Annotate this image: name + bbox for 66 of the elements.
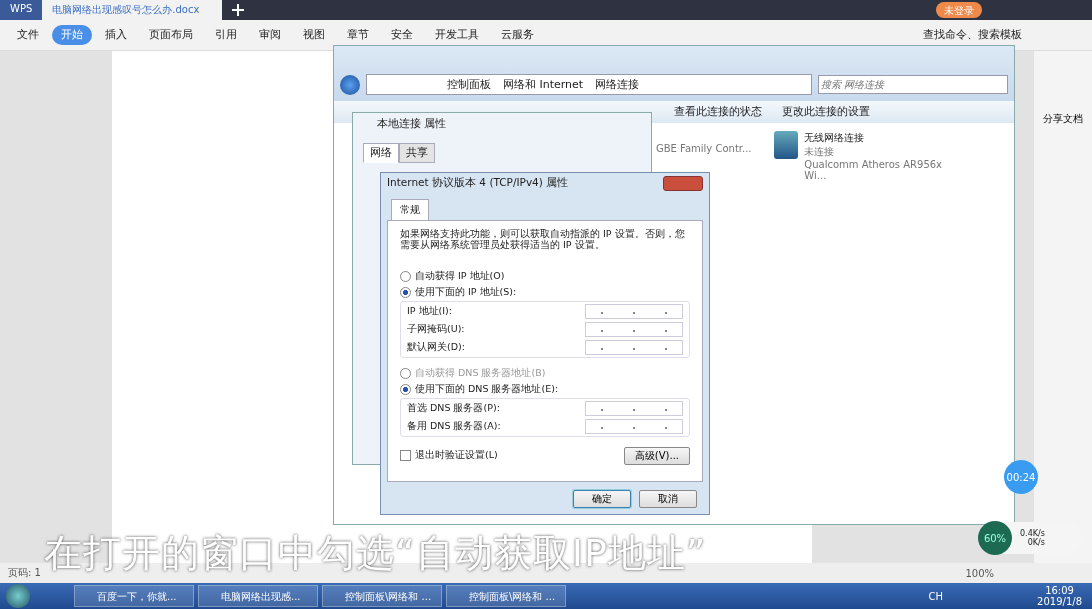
start-button[interactable] xyxy=(6,584,30,608)
menu-tab[interactable]: 开发工具 xyxy=(426,25,488,45)
search-field[interactable]: 搜索 网络连接 xyxy=(818,75,1008,94)
back-button[interactable] xyxy=(340,74,360,95)
taskbar-item[interactable]: 电脑网络出现感... xyxy=(198,585,318,607)
menu-tab[interactable]: 视图 xyxy=(294,25,334,45)
ip-address-field[interactable] xyxy=(585,303,683,319)
cancel-button[interactable]: 取消 xyxy=(639,490,697,508)
menu-tab[interactable]: 引用 xyxy=(206,25,246,45)
toolbar-button[interactable]: 查看此连接的状态 xyxy=(674,105,762,119)
checkbox[interactable] xyxy=(400,450,411,462)
taskbar-item[interactable]: 控制面板\网络和 ... xyxy=(322,585,442,607)
dialog-title: Internet 协议版本 4 (TCP/IPv4) 属性 xyxy=(387,176,569,190)
subtitle-caption: 在打开的窗口中勾选“自动获取IP地址” xyxy=(44,530,707,577)
toolbar-button[interactable]: 更改此连接的设置 xyxy=(782,105,870,119)
app-tab[interactable]: 电脑网络出现感叹号怎么办.docx xyxy=(42,0,223,20)
menu-tab[interactable]: 云服务 xyxy=(492,25,543,45)
menu-tab[interactable]: 安全 xyxy=(382,25,422,45)
radio-button[interactable] xyxy=(400,271,411,283)
menu-tab[interactable]: 审阅 xyxy=(250,25,290,45)
radio-label: 使用下面的 IP 地址(S): xyxy=(415,286,517,300)
adapter-name[interactable]: 无线网络连接 xyxy=(804,131,946,145)
intro-text: 如果网络支持此功能，则可以获取自动指派的 IP 设置。否则，您需要从网络系统管理员处获得适当的 IP 设置。 xyxy=(400,229,686,251)
adapter-status: 未连接 xyxy=(804,145,836,159)
clock-time: 16:09 xyxy=(1045,585,1074,596)
menu-tab[interactable]: 章节 xyxy=(338,25,378,45)
download-speed: 0K/s xyxy=(1027,538,1045,547)
close-button[interactable] xyxy=(663,175,703,191)
menu-tab[interactable]: 文件 xyxy=(8,25,48,45)
field-label: 子网掩码(U): xyxy=(407,322,465,336)
upload-speed: 0.4K/s xyxy=(1020,529,1045,538)
share-button[interactable]: 分享文档 xyxy=(1037,111,1089,127)
command-search[interactable]: 查找命令、搜索模板 xyxy=(923,28,1022,42)
field-label: 备用 DNS 服务器(A): xyxy=(407,419,501,433)
adapter-device: Qualcomm Atheros AR956x Wi... xyxy=(804,159,944,181)
radio-label: 自动获得 IP 地址(O) xyxy=(415,270,505,284)
dialog-tab[interactable]: 常规 xyxy=(391,199,429,220)
field-label: 默认网关(D): xyxy=(407,340,465,354)
radio-label: 自动获得 DNS 服务器地址(B) xyxy=(415,367,546,381)
app-tab[interactable]: WPS xyxy=(0,0,43,20)
network-adapter-icon xyxy=(774,131,799,159)
page-number: 页码: 1 xyxy=(8,566,41,580)
ip-address-field[interactable] xyxy=(585,418,683,434)
menu-tab[interactable]: 插入 xyxy=(96,25,136,45)
menu-tab[interactable]: 页面布局 xyxy=(140,25,202,45)
clock-date: 2019/1/8 xyxy=(1037,596,1082,607)
radio-button[interactable] xyxy=(400,287,411,299)
radio-button[interactable] xyxy=(400,384,411,396)
ip-address-field[interactable] xyxy=(585,339,683,355)
ok-button[interactable]: 确定 xyxy=(573,490,631,508)
ip-address-field[interactable] xyxy=(585,321,683,337)
field-label: IP 地址(I): xyxy=(407,304,452,318)
dialog-title: 本地连接 属性 xyxy=(376,116,448,131)
advanced-button[interactable]: 高级(V)... xyxy=(623,446,690,465)
taskbar-item[interactable]: 控制面板\网络和 ... xyxy=(446,585,566,607)
zoom-level: 100% xyxy=(965,567,994,579)
address-bar[interactable]: 控制面板 网络和 Internet 网络连接 xyxy=(366,74,812,95)
input-language[interactable]: CH xyxy=(928,590,944,602)
ip-address-field[interactable] xyxy=(585,400,683,416)
radio-label: 使用下面的 DNS 服务器地址(E): xyxy=(415,383,559,397)
field-label: 首选 DNS 服务器(P): xyxy=(407,401,500,415)
dialog-tab[interactable]: 网络 xyxy=(363,143,399,163)
dialog-tab[interactable]: 共享 xyxy=(399,143,435,163)
adapter-device: GBE Family Contr... xyxy=(656,143,752,154)
checkbox-label: 退出时验证设置(L) xyxy=(415,449,498,463)
taskbar-item[interactable]: 百度一下，你就... xyxy=(74,585,194,607)
